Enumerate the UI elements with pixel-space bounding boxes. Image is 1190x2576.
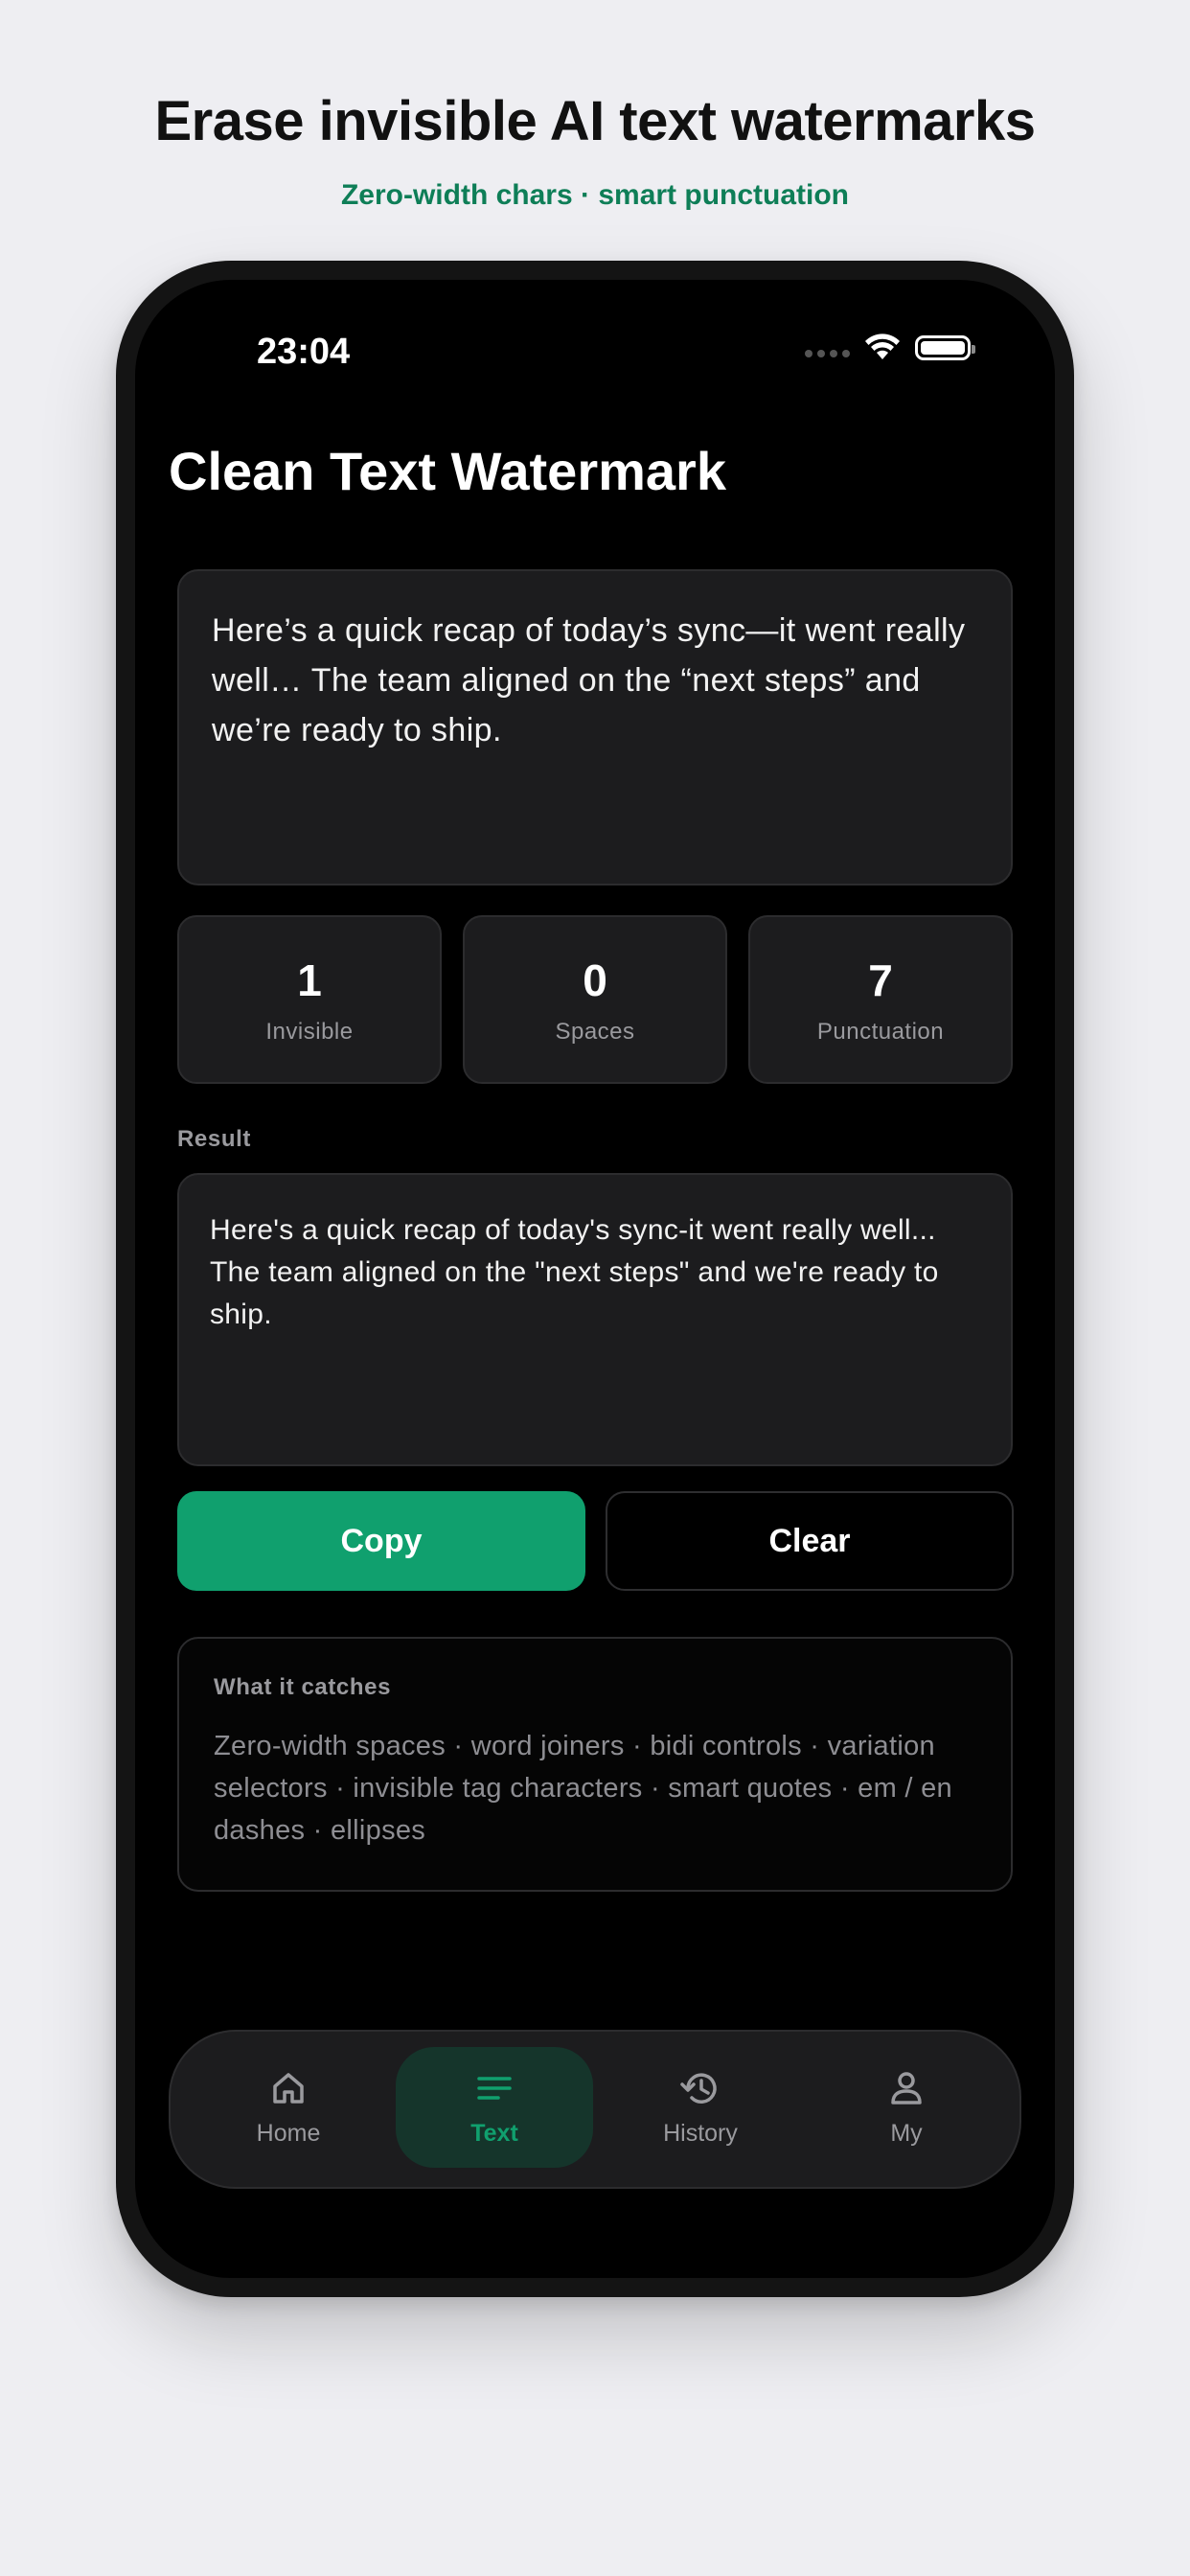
info-card: What it catches Zero-width spaces · word…	[177, 1637, 1013, 1892]
tab-bar: Home Text History My	[169, 2030, 1021, 2189]
promo-headline: Erase invisible AI text watermarks	[154, 90, 1037, 152]
stat-spaces: 0 Spaces	[463, 915, 727, 1084]
stat-invisible: 1 Invisible	[177, 915, 442, 1084]
tab-label: History	[663, 2120, 738, 2147]
person-icon	[891, 2072, 922, 2104]
text-lines-icon	[477, 2077, 512, 2100]
tab-label: Text	[470, 2120, 518, 2147]
copy-button[interactable]: Copy	[177, 1491, 585, 1591]
status-time: 23:04	[257, 332, 351, 372]
status-icons	[805, 333, 975, 363]
page-title: Clean Text Watermark	[169, 441, 726, 501]
tab-my[interactable]: My	[808, 2047, 1005, 2168]
promo-subhead: Zero-width chars · smart punctuation	[340, 179, 850, 211]
battery-icon	[915, 335, 975, 360]
tab-history[interactable]: History	[602, 2047, 799, 2168]
stat-punctuation: 7 Punctuation	[748, 915, 1013, 1084]
result-label: Result	[177, 1126, 251, 1152]
clear-button[interactable]: Clear	[606, 1491, 1014, 1591]
result-text-area[interactable]: Here's a quick recap of today's sync-it …	[177, 1173, 1013, 1466]
home-icon	[273, 2073, 304, 2104]
stat-value: 7	[868, 955, 893, 1005]
tab-text[interactable]: Text	[396, 2047, 593, 2168]
stat-label: Invisible	[265, 1019, 354, 1045]
stat-label: Spaces	[555, 1019, 635, 1045]
phone-screen: 23:04 Clean Text Watermark Here’s a quic…	[135, 280, 1055, 2278]
stat-value: 0	[583, 955, 607, 1005]
tab-home[interactable]: Home	[190, 2047, 387, 2168]
history-icon	[680, 2073, 717, 2104]
input-text-area[interactable]: Here’s a quick recap of today’s sync—it …	[177, 569, 1013, 886]
phone-frame: 23:04 Clean Text Watermark Here’s a quic…	[116, 261, 1074, 2297]
info-title: What it catches	[214, 1674, 392, 1700]
tab-label: My	[890, 2120, 923, 2147]
cellular-signal-icon	[805, 350, 850, 357]
stat-value: 1	[297, 955, 322, 1005]
stat-label: Punctuation	[816, 1019, 945, 1045]
wifi-icon	[865, 334, 900, 359]
info-body: Zero-width spaces · word joiners · bidi …	[214, 1731, 952, 1846]
tab-label: Home	[256, 2120, 321, 2147]
